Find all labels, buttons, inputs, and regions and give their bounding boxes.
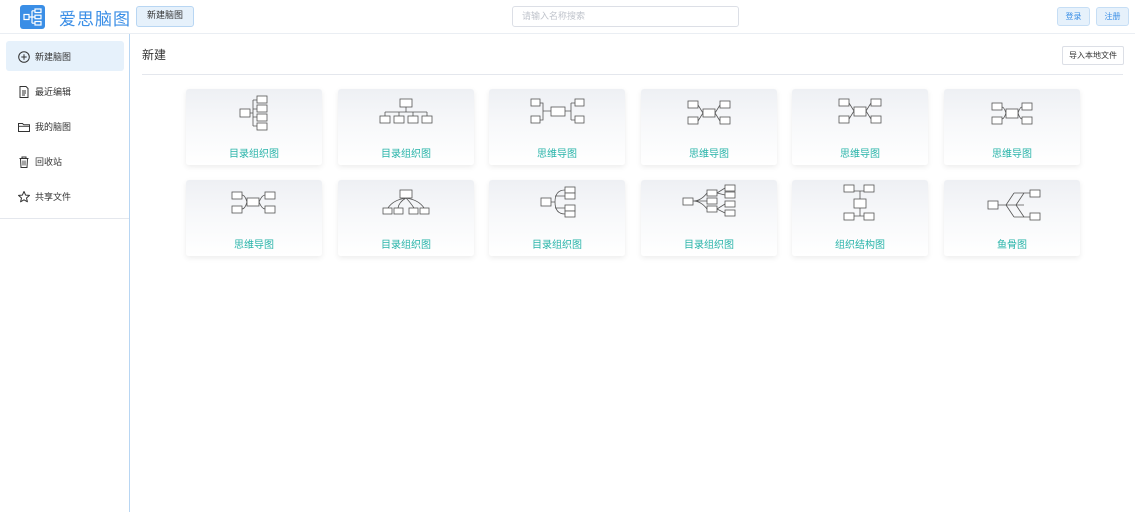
sidebar: 新建脑图 最近编辑 我的脑图 回收站 共享文件 [0, 34, 130, 512]
sidebar-item-recent[interactable]: 最近编辑 [6, 76, 124, 106]
template-card[interactable]: 目录组织图 [641, 180, 777, 256]
sidebar-item-label: 共享文件 [35, 193, 72, 203]
sidebar-item-shared[interactable]: 共享文件 [6, 181, 124, 211]
folder-icon [17, 119, 31, 133]
brand-name: 爱思脑图 [59, 10, 131, 30]
sidebar-item-label: 最近编辑 [35, 88, 72, 98]
logo-icon [20, 5, 45, 29]
template-label: 思维导图 [992, 149, 1032, 160]
template-card[interactable]: 思维导图 [186, 180, 322, 256]
template-label: 思维导图 [234, 240, 274, 251]
template-label: 目录组织图 [684, 240, 734, 251]
template-card[interactable]: 思维导图 [944, 89, 1080, 165]
content-divider [142, 74, 1123, 75]
template-card[interactable]: 目录组织图 [338, 89, 474, 165]
header: 爱思脑图 新建脑图 登录 注册 [0, 0, 1135, 34]
template-card[interactable]: 目录组织图 [489, 180, 625, 256]
sidebar-item-label: 新建脑图 [35, 53, 72, 63]
sidebar-item-my-maps[interactable]: 我的脑图 [6, 111, 124, 141]
mindmap-icon [991, 102, 1033, 125]
mindmap-icon [231, 191, 276, 214]
import-local-file-button[interactable]: 导入本地文件 [1062, 46, 1124, 65]
template-card[interactable]: 思维导图 [792, 89, 928, 165]
template-label: 组织结构图 [835, 240, 885, 251]
org-vertical-icon [843, 184, 875, 221]
template-label: 目录组织图 [229, 149, 279, 160]
new-mindmap-button[interactable]: 新建脑图 [136, 6, 194, 27]
template-card[interactable]: 组织结构图 [792, 180, 928, 256]
template-card[interactable]: 目录组织图 [186, 89, 322, 165]
sidebar-item-new[interactable]: 新建脑图 [6, 41, 124, 71]
trash-icon [17, 154, 31, 168]
mindmap-icon [687, 100, 731, 125]
fishbone-icon [987, 189, 1041, 221]
sidebar-item-trash[interactable]: 回收站 [6, 146, 124, 176]
template-label: 鱼骨图 [997, 240, 1027, 251]
template-card[interactable]: 鱼骨图 [944, 180, 1080, 256]
org-down-curved-icon [382, 189, 430, 215]
org-down-icon [379, 98, 433, 124]
page-title: 新建 [142, 48, 167, 62]
plus-circle-icon [17, 49, 31, 63]
login-button[interactable]: 登录 [1057, 7, 1090, 26]
sidebar-item-label: 我的脑图 [35, 123, 72, 133]
tree-logic-icon [682, 184, 736, 217]
template-card[interactable]: 思维导图 [489, 89, 625, 165]
document-icon [17, 84, 31, 98]
tree-bracket-icon [540, 186, 576, 218]
search-input[interactable] [512, 6, 739, 27]
template-label: 目录组织图 [381, 240, 431, 251]
template-card[interactable]: 思维导图 [641, 89, 777, 165]
sidebar-item-label: 回收站 [35, 158, 63, 168]
template-label: 目录组织图 [532, 240, 582, 251]
star-icon [17, 189, 31, 203]
register-button[interactable]: 注册 [1096, 7, 1129, 26]
template-card[interactable]: 目录组织图 [338, 180, 474, 256]
tree-right-icon [239, 95, 268, 131]
mindmap-wide-icon [530, 98, 585, 124]
sidebar-divider [0, 218, 129, 219]
mindmap-icon [838, 98, 882, 124]
template-label: 思维导图 [840, 149, 880, 160]
template-label: 思维导图 [537, 149, 577, 160]
template-label: 思维导图 [689, 149, 729, 160]
template-label: 目录组织图 [381, 149, 431, 160]
